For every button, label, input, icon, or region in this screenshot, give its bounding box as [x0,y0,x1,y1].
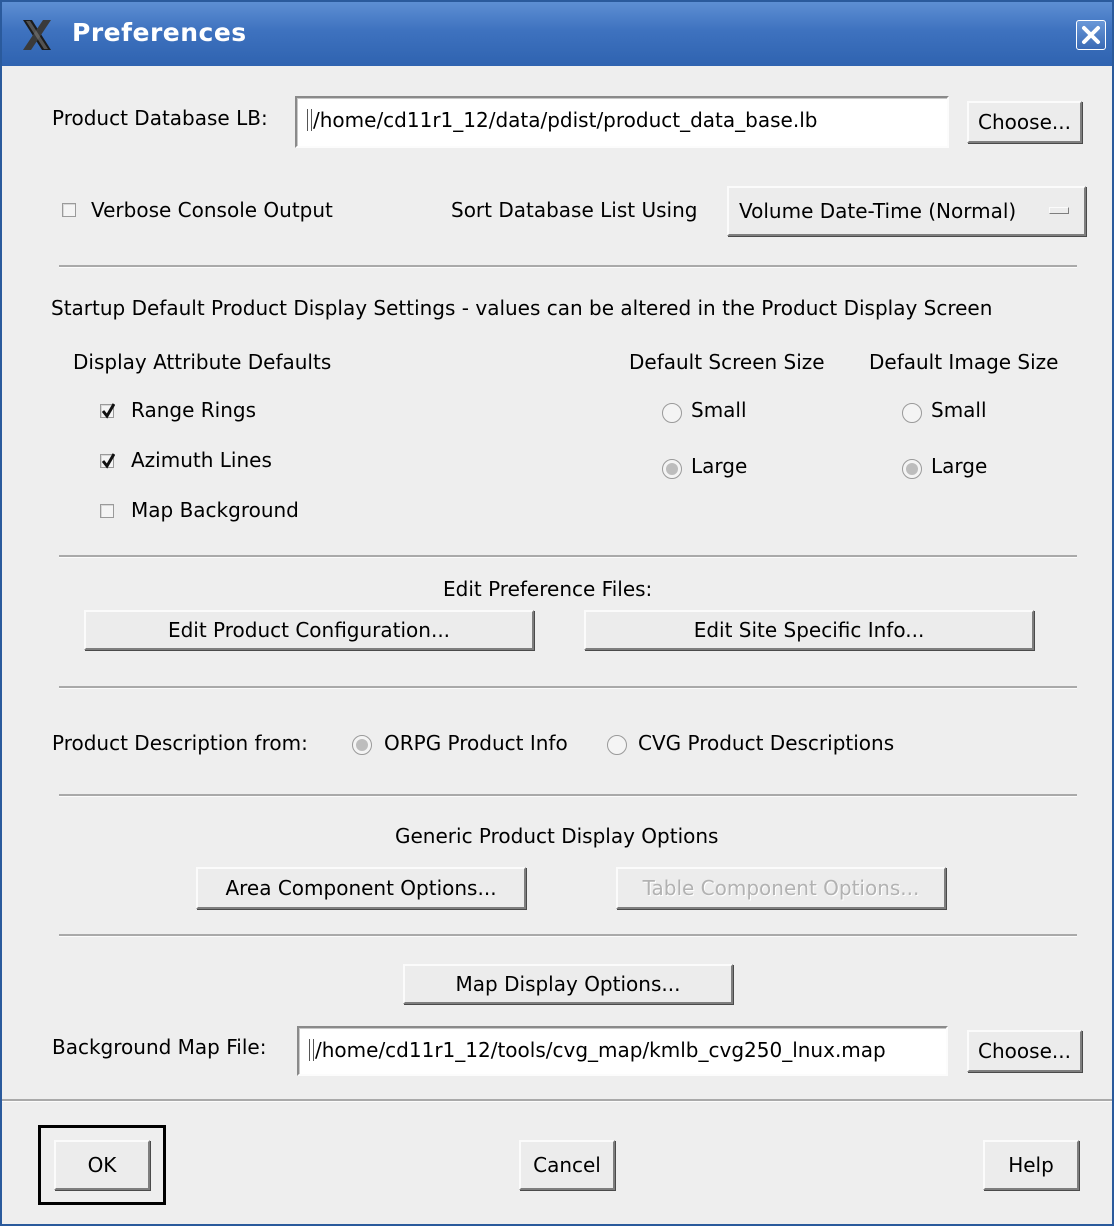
map-file-label: Background Map File: [52,1035,267,1059]
x-logo-icon [23,20,51,50]
sort-label: Sort Database List Using [451,198,698,222]
product-db-choose-button[interactable]: Choose... [967,101,1082,143]
orpg-info-radio[interactable] [352,735,372,755]
title-bar[interactable]: Preferences [2,2,1112,66]
sort-option-menu[interactable]: Volume Date-Time (Normal) [727,186,1086,236]
close-button[interactable] [1076,20,1106,50]
checkmark-icon [101,453,115,469]
screen-size-heading: Default Screen Size [629,350,825,374]
map-display-options-button[interactable]: Map Display Options... [403,964,733,1004]
edit-product-config-button[interactable]: Edit Product Configuration... [84,610,534,650]
map-background-checkbox[interactable] [100,504,114,518]
image-size-large-radio[interactable] [902,459,922,479]
image-size-large-label: Large [931,454,988,478]
pref-files-heading: Edit Preference Files: [443,577,653,601]
cvg-descriptions-radio[interactable] [607,735,627,755]
separator [59,934,1077,937]
ok-button[interactable]: OK [54,1140,150,1190]
separator [2,1099,1112,1102]
text-cursor [309,1039,314,1061]
image-size-small-label: Small [931,398,987,422]
separator [59,555,1077,558]
image-size-small-radio[interactable] [902,403,922,423]
azimuth-lines-label: Azimuth Lines [131,448,272,472]
map-background-label: Map Background [131,498,299,522]
screen-size-small-label: Small [691,398,747,422]
range-rings-checkbox[interactable] [100,403,115,419]
verbose-label: Verbose Console Output [91,198,333,222]
orpg-info-label: ORPG Product Info [384,731,568,755]
cancel-button[interactable]: Cancel [519,1140,615,1190]
screen-size-small-radio[interactable] [662,403,682,423]
window-title: Preferences [72,18,247,47]
separator [59,794,1077,797]
separator [59,686,1077,689]
map-file-value: /home/cd11r1_12/tools/cvg_map/kmlb_cvg25… [315,1038,886,1062]
startup-heading: Startup Default Product Display Settings… [51,296,993,320]
description-label: Product Description from: [52,731,308,755]
generic-heading: Generic Product Display Options [395,824,719,848]
close-icon [1082,26,1100,44]
help-button[interactable]: Help [983,1140,1079,1190]
checkmark-icon [101,403,115,419]
map-file-choose-button[interactable]: Choose... [967,1030,1082,1072]
range-rings-label: Range Rings [131,398,256,422]
attr-heading: Display Attribute Defaults [73,350,332,374]
image-size-heading: Default Image Size [869,350,1059,374]
cvg-descriptions-label: CVG Product Descriptions [638,731,895,755]
preferences-dialog: Preferences Product Database LB: /home/c… [0,0,1114,1226]
product-db-value: /home/cd11r1_12/data/pdist/product_data_… [313,108,818,132]
option-menu-indicator-icon [1049,207,1069,214]
product-db-label: Product Database LB: [52,106,268,130]
sort-selected: Volume Date-Time (Normal) [739,199,1017,223]
screen-size-large-radio[interactable] [662,459,682,479]
product-db-field[interactable]: /home/cd11r1_12/data/pdist/product_data_… [295,96,949,148]
map-file-field[interactable]: /home/cd11r1_12/tools/cvg_map/kmlb_cvg25… [297,1026,948,1076]
separator [59,265,1077,268]
table-options-button: Table Component Options... [616,867,946,909]
verbose-checkbox[interactable] [62,203,76,217]
area-options-button[interactable]: Area Component Options... [196,867,526,909]
azimuth-lines-checkbox[interactable] [100,453,115,469]
screen-size-large-label: Large [691,454,748,478]
text-cursor [307,109,312,131]
edit-site-info-button[interactable]: Edit Site Specific Info... [584,610,1034,650]
